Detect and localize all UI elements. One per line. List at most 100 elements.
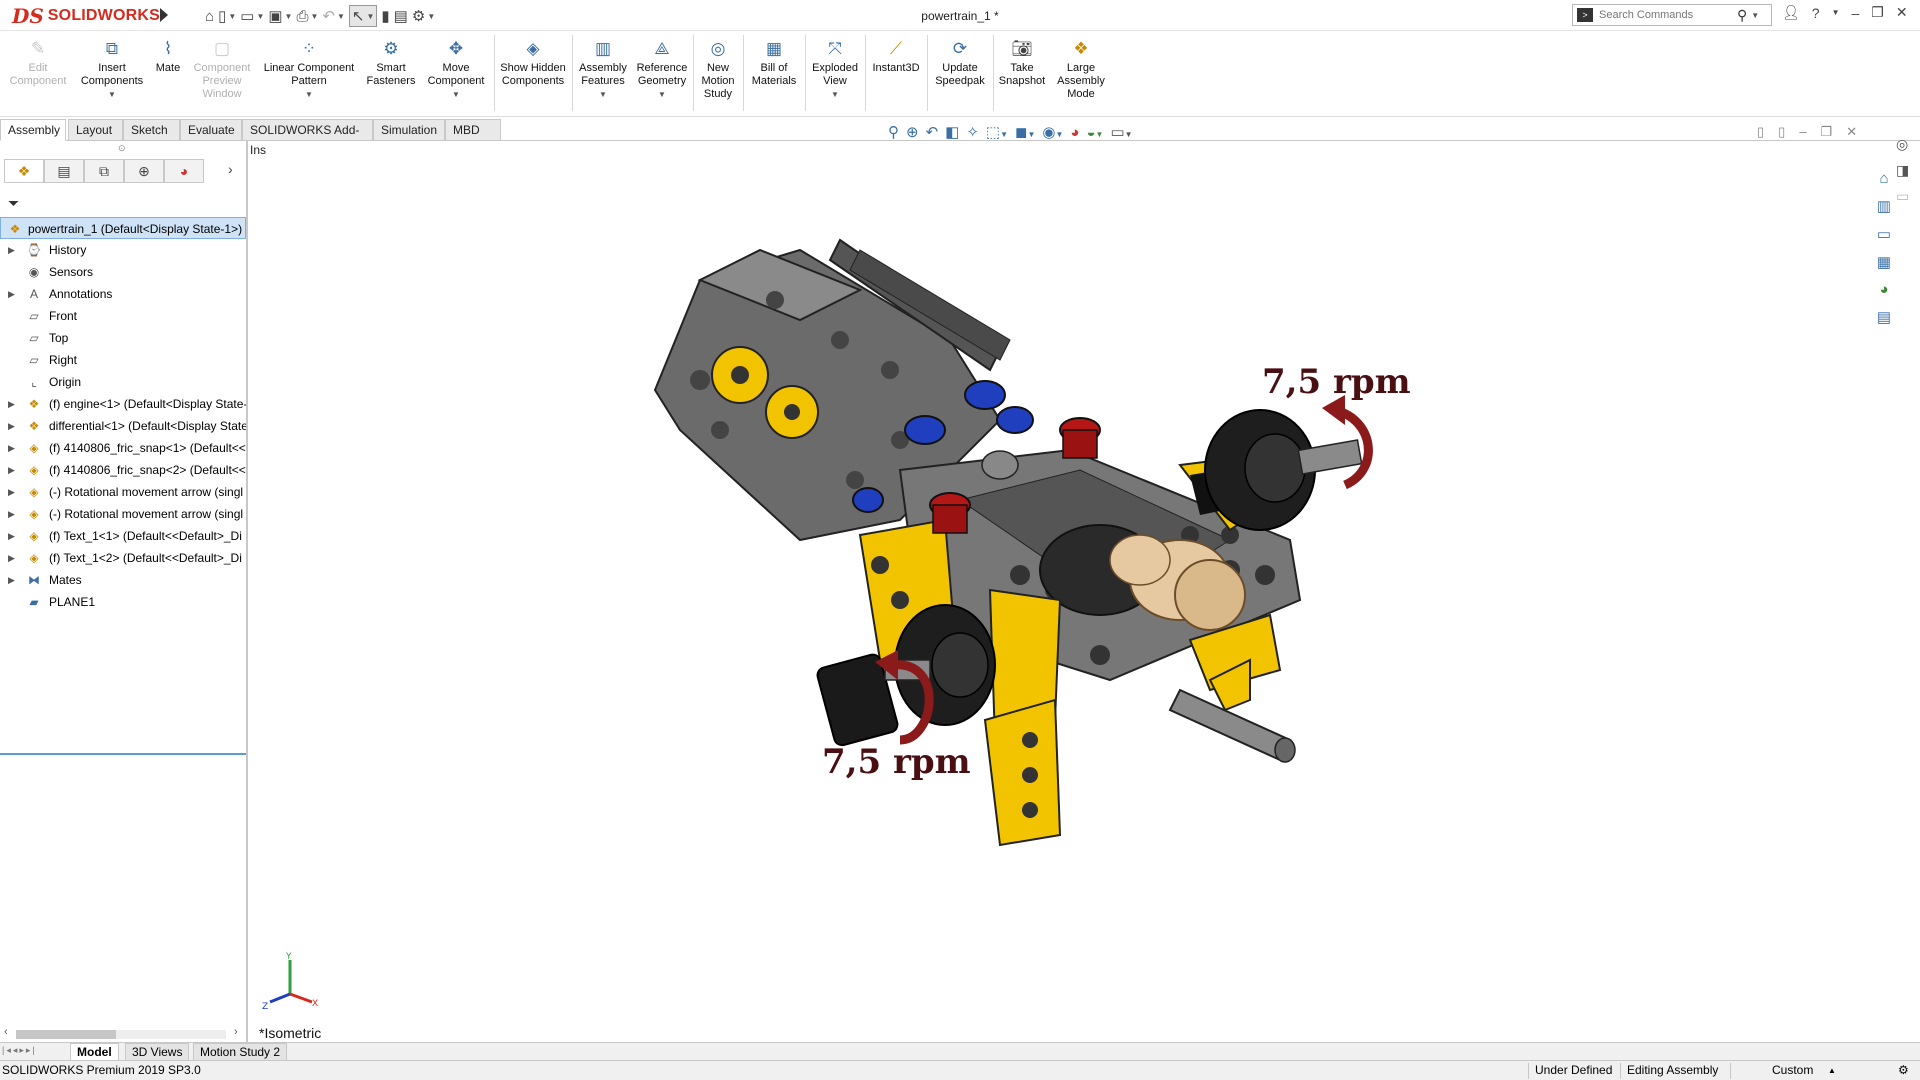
display-manager-tab-icon[interactable]: ◕ xyxy=(164,159,204,183)
user-account-icon[interactable]: 👤︎ xyxy=(1782,4,1800,21)
move-component-button[interactable]: ✥ Move Component ▼ xyxy=(422,35,490,101)
dimxpert-manager-tab-icon[interactable]: ⊕ xyxy=(124,159,164,183)
configuration-manager-tab-icon[interactable]: ⧉ xyxy=(84,159,124,183)
tree-item-plane1[interactable]: ▰ PLANE1 xyxy=(0,591,246,613)
unit-system-dropdown-icon[interactable]: ▲ xyxy=(1828,1061,1836,1080)
exploded-view-button[interactable]: ⤧ Exploded View ▼ xyxy=(808,35,862,101)
large-assembly-mode-button[interactable]: ❖ Large Assembly Mode xyxy=(1051,35,1111,101)
expand-arrow-icon[interactable]: ▶ xyxy=(8,547,15,569)
mate-button[interactable]: ⌇ Mate xyxy=(151,35,185,75)
scroll-right-icon[interactable]: › xyxy=(234,1026,238,1038)
dynamic-annotation-icon[interactable]: ✧ xyxy=(966,123,979,141)
graphics-area[interactable]: 7,5 rpm 7,5 rpm xyxy=(250,141,1850,1045)
tab-motion-study-2[interactable]: Motion Study 2 xyxy=(193,1043,288,1061)
tree-item-fric-snap-2[interactable]: ▶ ◈ (f) 4140806_fric_snap<2> (Default<<D xyxy=(0,459,246,481)
assembly-features-button[interactable]: ▥ Assembly Features ▼ xyxy=(575,35,631,101)
tree-item-differential[interactable]: ▶ ❖ differential<1> (Default<Display Sta… xyxy=(0,415,246,437)
task-pane-collapse-icon[interactable]: ◨ xyxy=(1896,162,1909,179)
undo-icon[interactable]: ↶ ▼ xyxy=(322,5,345,27)
show-hidden-components-button[interactable]: ◈ Show Hidden Components xyxy=(497,35,569,88)
edit-component-button[interactable]: ✎ Edit Component xyxy=(4,35,72,88)
insert-components-dropdown-icon[interactable]: ▼ xyxy=(76,88,148,101)
insert-components-button[interactable]: ⧉ Insert Components ▼ xyxy=(76,35,148,101)
expand-arrow-icon[interactable]: ▶ xyxy=(8,415,15,437)
expand-arrow-icon[interactable]: ▶ xyxy=(8,239,15,261)
panel-tabs-more-icon[interactable]: › xyxy=(228,161,233,177)
customize-status-bar-icon[interactable]: ⚙ xyxy=(1898,1061,1909,1080)
update-speedpak-button[interactable]: ⟳ Update Speedpak xyxy=(930,35,990,88)
view-orientation-icon[interactable]: ⬚▼ xyxy=(986,123,1008,141)
new-document-icon[interactable]: ▯ ▼ xyxy=(218,5,236,27)
tree-item-sensors[interactable]: ◉ Sensors xyxy=(0,261,246,283)
viewport-minimize-icon[interactable]: – xyxy=(1799,124,1806,140)
close-window-icon[interactable]: ✕ xyxy=(1896,4,1908,21)
menu-expand-arrow-icon[interactable] xyxy=(160,8,168,22)
view-palette-icon[interactable]: ▦ xyxy=(1877,253,1891,271)
expand-arrow-icon[interactable]: ▶ xyxy=(8,437,15,459)
expand-arrow-icon[interactable]: ▶ xyxy=(8,283,15,305)
tab-mbd[interactable]: MBD xyxy=(445,119,501,141)
search-commands-box[interactable]: > ⚲ ▼ xyxy=(1572,4,1772,26)
tab-simulation[interactable]: Simulation xyxy=(373,119,445,141)
tree-item-text-1[interactable]: ▶ ◈ (f) Text_1<1> (Default<<Default>_Di xyxy=(0,525,246,547)
search-dropdown-icon[interactable]: ▼ xyxy=(1751,11,1759,20)
panel-grip-icon[interactable]: ⊙ xyxy=(118,143,126,154)
tree-item-rotational-arrow-2[interactable]: ▶ ◈ (-) Rotational movement arrow (singl xyxy=(0,503,246,525)
take-snapshot-button[interactable]: 📷︎ Take Snapshot xyxy=(996,35,1048,88)
tab-assembly[interactable]: Assembly xyxy=(0,119,66,141)
reference-geometry-button[interactable]: ⟁ Reference Geometry ▼ xyxy=(634,35,690,101)
print-icon[interactable]: ⎙ ▼ xyxy=(296,5,318,27)
expand-arrow-icon[interactable]: ▶ xyxy=(8,393,15,415)
feature-manager-tab-icon[interactable]: ❖ xyxy=(4,159,44,183)
tab-layout[interactable]: Layout xyxy=(68,119,123,141)
view-settings-monitor-icon[interactable]: ▭▼ xyxy=(1110,123,1132,141)
tree-item-fric-snap-1[interactable]: ▶ ◈ (f) 4140806_fric_snap<1> (Default<<D xyxy=(0,437,246,459)
solidworks-resources-home-icon[interactable]: ⌂ xyxy=(1879,170,1888,187)
display-style-icon[interactable]: ◼▼ xyxy=(1015,123,1035,141)
unit-system-selector[interactable]: Custom xyxy=(1772,1061,1813,1080)
search-icon[interactable]: ⚲ xyxy=(1737,7,1747,24)
horizontal-scrollbar[interactable]: ‹ › xyxy=(0,1025,246,1043)
smart-fasteners-button[interactable]: ⚙ Smart Fasteners xyxy=(362,35,420,88)
tab-nav-arrows-icon[interactable]: |◂◂▸▸| xyxy=(2,1045,37,1056)
file-properties-icon[interactable]: ▤ xyxy=(394,5,408,27)
tree-item-origin[interactable]: ⌞ Origin xyxy=(0,371,246,393)
tree-item-rotational-arrow-1[interactable]: ▶ ◈ (-) Rotational movement arrow (singl xyxy=(0,481,246,503)
restore-window-icon[interactable]: ❐ xyxy=(1871,4,1884,21)
home-icon[interactable]: ⌂ xyxy=(205,5,214,27)
rpm-annotation-left[interactable]: 7,5 rpm xyxy=(822,742,971,782)
right-wheel-hub[interactable] xyxy=(1204,409,1363,531)
tab-3d-views[interactable]: 3D Views xyxy=(125,1043,190,1061)
tree-item-mates[interactable]: ▶ ⧓ Mates xyxy=(0,569,246,591)
instant3d-button[interactable]: ⟋ Instant3D xyxy=(868,35,924,75)
tree-item-history[interactable]: ▶ ⌚ History xyxy=(0,239,246,261)
rpm-annotation-right[interactable]: 7,5 rpm xyxy=(1262,362,1411,402)
new-motion-study-button[interactable]: ◎ New Motion Study xyxy=(696,35,740,101)
filter-icon[interactable]: ⏷ xyxy=(8,195,19,212)
hide-show-items-icon[interactable]: ◉▼ xyxy=(1042,123,1063,141)
expand-arrow-icon[interactable]: ▶ xyxy=(8,569,15,591)
property-manager-tab-icon[interactable]: ▤ xyxy=(44,159,84,183)
tab-solidworks-add-ins[interactable]: SOLIDWORKS Add-Ins xyxy=(242,119,373,157)
expand-arrow-icon[interactable]: ▶ xyxy=(8,525,15,547)
zoom-to-fit-icon[interactable]: ⚲ xyxy=(888,123,899,141)
viewport-restore-icon[interactable]: ❐ xyxy=(1821,124,1833,140)
custom-properties-icon[interactable]: ▤ xyxy=(1877,308,1891,326)
help-icon[interactable]: ? xyxy=(1812,5,1820,21)
edit-appearance-icon[interactable]: ◕ xyxy=(1070,124,1079,141)
save-icon[interactable]: ▣ ▼ xyxy=(268,5,292,27)
scroll-thumb[interactable] xyxy=(16,1030,116,1039)
section-view-icon[interactable]: ◧ xyxy=(945,123,959,141)
component-preview-window-button[interactable]: ▢ Component Preview Window xyxy=(188,35,256,101)
expand-arrow-icon[interactable]: ▶ xyxy=(8,459,15,481)
tree-item-top-plane[interactable]: ▱ Top xyxy=(0,327,246,349)
expand-arrow-icon[interactable]: ▶ xyxy=(8,503,15,525)
viewport-close-icon[interactable]: ✕ xyxy=(1846,124,1857,140)
help-dropdown-icon[interactable]: ▼ xyxy=(1832,8,1840,17)
tree-item-text-2[interactable]: ▶ ◈ (f) Text_1<2> (Default<<Default>_Di xyxy=(0,547,246,569)
previous-view-icon[interactable]: ↶ xyxy=(926,123,939,141)
linear-pattern-dropdown-icon[interactable]: ▼ xyxy=(259,88,359,101)
design-library-icon[interactable]: ▥ xyxy=(1877,197,1891,215)
search-commands-input[interactable] xyxy=(1597,8,1737,22)
tree-item-front-plane[interactable]: ▱ Front xyxy=(0,305,246,327)
